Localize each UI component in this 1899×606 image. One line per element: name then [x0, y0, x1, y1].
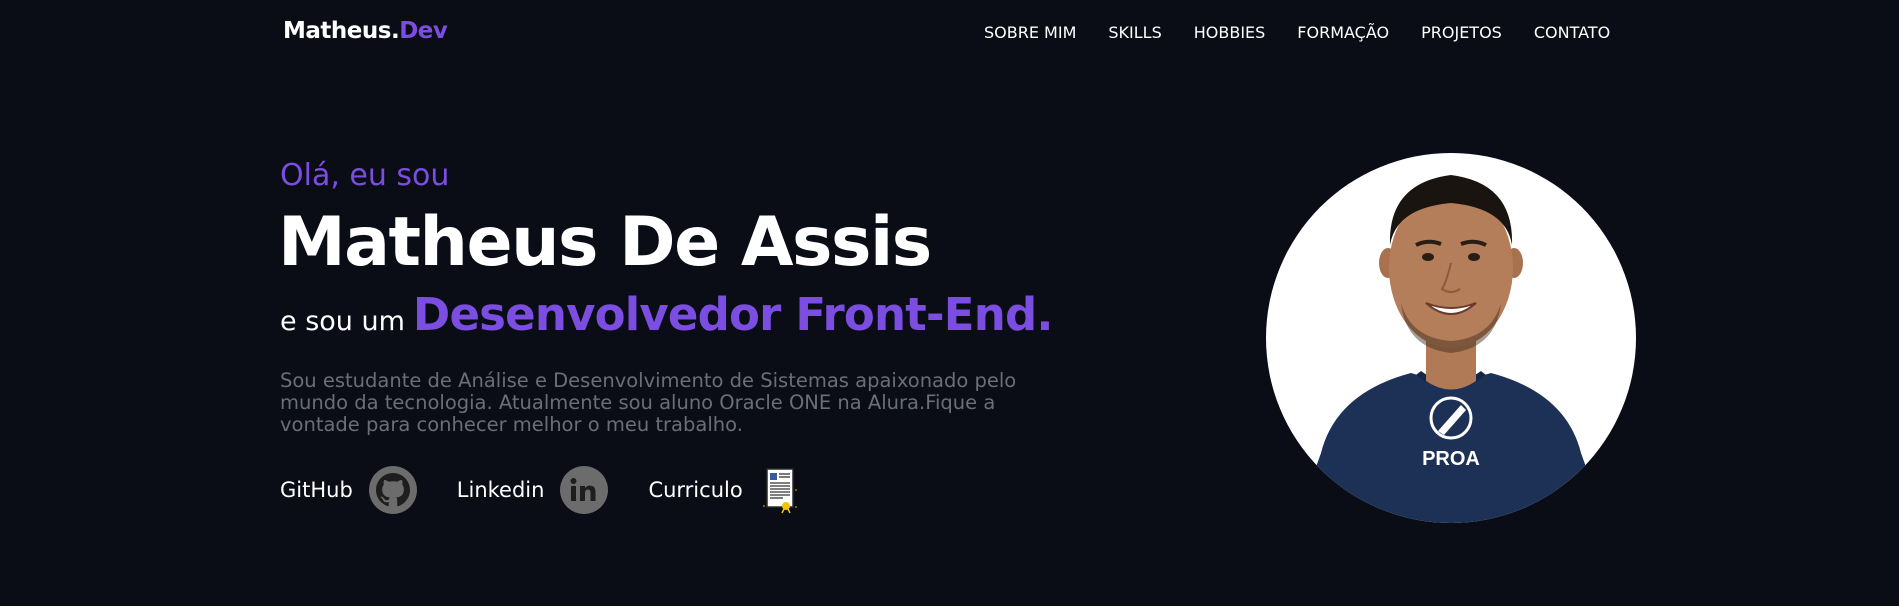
- curriculo-label: Curriculo: [648, 478, 743, 502]
- profile-photo: PROA: [1266, 153, 1636, 523]
- hero-greeting: Olá, eu sou: [280, 158, 450, 193]
- linkedin-link[interactable]: Linkedin: [457, 466, 609, 514]
- nav-skills[interactable]: SKILLS: [1108, 23, 1161, 42]
- document-icon: [761, 466, 799, 514]
- hero-description: Sou estudante de Análise e Desenvolvimen…: [280, 369, 1017, 436]
- logo-main: Matheus.: [283, 18, 400, 44]
- social-links: GitHub Linkedin Curriculo: [280, 466, 799, 514]
- nav-projetos[interactable]: PROJETOS: [1421, 23, 1502, 42]
- hero-role-title: Desenvolvedor Front-End.: [412, 288, 1054, 341]
- logo[interactable]: Matheus.Dev: [283, 18, 448, 44]
- linkedin-label: Linkedin: [456, 478, 545, 502]
- linkedin-icon: [560, 466, 609, 514]
- curriculo-link[interactable]: Curriculo: [648, 466, 798, 514]
- nav-sobre-mim[interactable]: SOBRE MIM: [984, 23, 1076, 42]
- nav-hobbies[interactable]: HOBBIES: [1194, 23, 1266, 42]
- nav-formacao[interactable]: FORMAÇÃO: [1297, 23, 1389, 42]
- hero-role: e sou um Desenvolvedor Front-End.: [280, 288, 1054, 341]
- logo-accent: Dev: [399, 18, 448, 44]
- github-label: GitHub: [280, 478, 353, 502]
- main-nav: SOBRE MIM SKILLS HOBBIES FORMAÇÃO PROJET…: [984, 23, 1610, 42]
- hero-role-prefix: e sou um: [280, 306, 405, 337]
- nav-contato[interactable]: CONTATO: [1534, 23, 1610, 42]
- profile-illustration: PROA: [1296, 175, 1606, 523]
- hero-name: Matheus De Assis: [278, 203, 932, 282]
- github-link[interactable]: GitHub: [280, 466, 417, 514]
- shirt-text: PROA: [1422, 448, 1480, 470]
- page: Matheus.Dev SOBRE MIM SKILLS HOBBIES FOR…: [0, 0, 1899, 606]
- github-icon: [368, 466, 417, 514]
